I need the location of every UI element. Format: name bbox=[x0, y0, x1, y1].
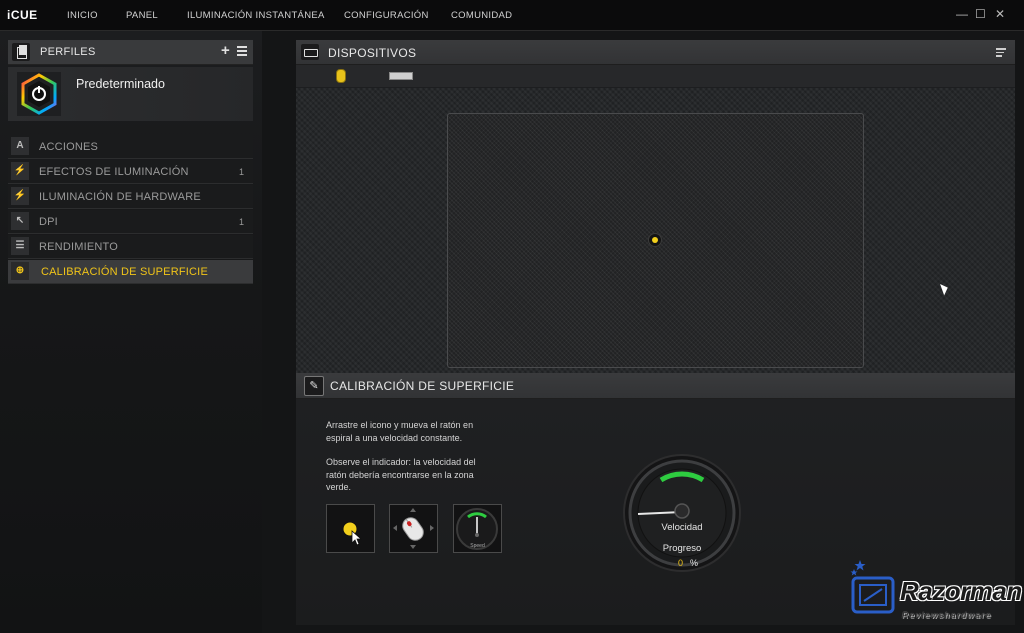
menu-item-efectos-de-iluminacion[interactable]: ⚡ EFECTOS DE ILUMINACIÓN 1 bbox=[8, 160, 253, 184]
menu-item-label: ILUMINACIÓN DE HARDWARE bbox=[39, 191, 201, 203]
left-panel-background bbox=[0, 31, 262, 633]
devices-header: DISPOSITIVOS bbox=[296, 40, 1015, 65]
menu-item-label: CALIBRACIÓN DE SUPERFICIE bbox=[41, 266, 208, 278]
menu-item-rendimiento[interactable]: ☰ RENDIMIENTO bbox=[8, 235, 253, 259]
menu-item-count: 1 bbox=[238, 167, 244, 177]
gauge-hub bbox=[674, 503, 690, 519]
devices-title: DISPOSITIVOS bbox=[328, 46, 417, 60]
app-logo: iCUE bbox=[7, 8, 38, 22]
nav-inicio[interactable]: INICIO bbox=[67, 10, 98, 21]
instruction-text-1: Arrastre el icono y mueva el ratón en es… bbox=[326, 419, 506, 444]
razorman-watermark: Razorman Reviewshardware bbox=[850, 556, 1022, 626]
instruction-line: Observe el indicador: la velocidad del bbox=[326, 457, 476, 467]
speed-gauge-tile: Speed bbox=[453, 504, 502, 553]
instruction-text-2: Observe el indicador: la velocidad del r… bbox=[326, 456, 506, 494]
speed-tile-label: Speed bbox=[470, 543, 485, 549]
menu-item-label: EFECTOS DE ILUMINACIÓN bbox=[39, 166, 189, 178]
nav-panel[interactable]: PANEL bbox=[126, 10, 158, 21]
menu-item-label: ACCIONES bbox=[39, 141, 99, 153]
mouse-device-icon[interactable] bbox=[336, 69, 346, 83]
drag-icon-tile bbox=[326, 504, 375, 553]
actions-icon: A bbox=[11, 137, 29, 155]
instruction-line: Arrastre el icono y mueva el ratón en bbox=[326, 420, 474, 430]
menu-item-label: DPI bbox=[39, 216, 58, 228]
performance-icon: ☰ bbox=[11, 237, 29, 255]
calibration-drag-dot[interactable] bbox=[648, 233, 662, 247]
instruction-line: ratón debería encontrarse en la zona bbox=[326, 469, 474, 480]
watermark-brand: Razorman bbox=[900, 576, 1022, 606]
gauge-progress-label: Progreso bbox=[662, 543, 702, 554]
maximize-button[interactable]: ☐ bbox=[975, 7, 986, 21]
menu-item-iluminacion-de-hardware[interactable]: ⚡ ILUMINACIÓN DE HARDWARE bbox=[8, 185, 253, 209]
calibration-header: ✎ CALIBRACIÓN DE SUPERFICIE bbox=[296, 373, 1015, 399]
menu-item-count: 1 bbox=[238, 217, 244, 227]
gauge-speed-label: Velocidad bbox=[661, 522, 703, 533]
progress-value: 0 bbox=[678, 558, 684, 568]
profiles-menu-icon[interactable] bbox=[237, 46, 247, 56]
nav-comunidad[interactable]: COMUNIDAD bbox=[451, 10, 512, 21]
cursor-icon: ↖ bbox=[11, 212, 29, 230]
mousepad-device-icon[interactable] bbox=[389, 72, 413, 80]
icue-profile-icon bbox=[17, 72, 61, 116]
instruction-line: verde. bbox=[326, 482, 352, 492]
edit-icon: ✎ bbox=[304, 376, 324, 396]
nav-iluminacion-instantanea[interactable]: ILUMINACIÓN INSTANTÁNEA bbox=[187, 10, 325, 21]
devices-menu-icon[interactable] bbox=[996, 48, 1006, 59]
close-button[interactable]: ✕ bbox=[995, 7, 1005, 21]
nav-configuracion[interactable]: CONFIGURACIÓN bbox=[344, 10, 429, 21]
mouse-move-icon bbox=[393, 508, 434, 549]
minimize-button[interactable]: — bbox=[956, 7, 968, 21]
menu-item-dpi[interactable]: ↖ DPI 1 bbox=[8, 210, 253, 234]
menu-item-calibracion-de-superficie[interactable]: ⊕ CALIBRACIÓN DE SUPERFICIE bbox=[8, 260, 253, 284]
keyboard-icon bbox=[301, 44, 319, 60]
move-mouse-tile bbox=[389, 504, 438, 553]
lightning-icon: ⚡ bbox=[11, 162, 29, 180]
profile-name: Predeterminado bbox=[76, 77, 165, 91]
monitor-stars-icon bbox=[850, 560, 895, 614]
drag-dot-icon bbox=[342, 521, 363, 546]
target-icon: ⊕ bbox=[11, 262, 29, 280]
profiles-header: PERFILES + bbox=[8, 40, 253, 65]
profile-item[interactable]: Predeterminado bbox=[8, 67, 253, 121]
profiles-title: PERFILES bbox=[40, 46, 96, 58]
device-selector bbox=[296, 65, 1015, 87]
profiles-icon bbox=[12, 43, 30, 61]
watermark-tagline: Reviewshardware bbox=[902, 610, 993, 620]
progress-unit: % bbox=[690, 558, 699, 568]
add-profile-button[interactable]: + bbox=[221, 42, 230, 59]
menu-item-label: RENDIMIENTO bbox=[39, 241, 119, 253]
speed-gauge bbox=[623, 454, 741, 572]
lightning-icon: ⚡ bbox=[11, 187, 29, 205]
title-bar: iCUE INICIO PANEL ILUMINACIÓN INSTANTÁNE… bbox=[0, 0, 1024, 31]
calibration-title: CALIBRACIÓN DE SUPERFICIE bbox=[330, 379, 515, 393]
menu-item-acciones[interactable]: A ACCIONES bbox=[8, 135, 253, 159]
instruction-line: espiral a una velocidad constante. bbox=[326, 432, 463, 443]
